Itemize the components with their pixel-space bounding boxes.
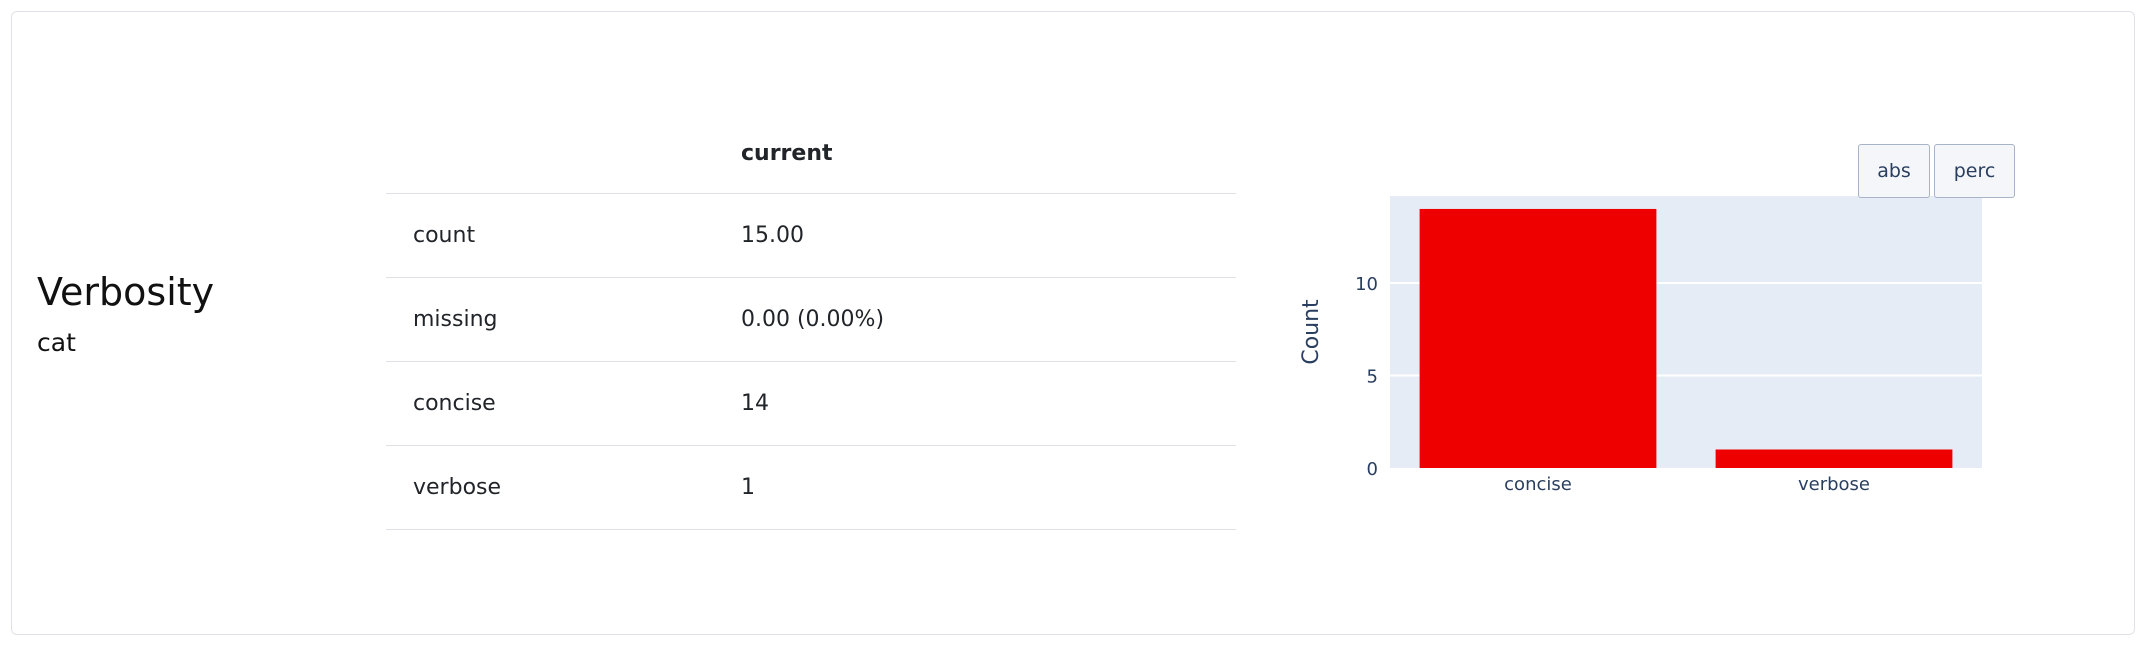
- feature-name: Verbosity: [37, 270, 215, 314]
- stats-header-row: current: [386, 114, 1236, 194]
- stat-value: 1: [741, 445, 1236, 530]
- stat-value: 0.00 (0.00%): [741, 277, 1236, 362]
- table-row: count 15.00: [386, 193, 1236, 278]
- x-tick-label: concise: [1504, 474, 1572, 495]
- y-tick-label: 0: [1367, 459, 1378, 480]
- bar-concise: [1419, 208, 1657, 468]
- y-tick-label: 5: [1367, 366, 1378, 387]
- bar-verbose: [1715, 449, 1953, 468]
- stat-value: 15.00: [741, 193, 1236, 278]
- y-tick-label: 10: [1355, 274, 1378, 295]
- stat-label: count: [386, 193, 741, 278]
- perc-button[interactable]: perc: [1934, 144, 2015, 198]
- x-tick-label: verbose: [1798, 474, 1870, 495]
- stat-label: missing: [386, 277, 741, 362]
- stat-label: verbose: [386, 445, 741, 530]
- stats-header-empty: [386, 114, 741, 194]
- table-row: missing 0.00 (0.00%): [386, 277, 1236, 362]
- stat-value: 14: [741, 361, 1236, 446]
- table-row: verbose 1: [386, 445, 1236, 530]
- bar-chart: 0 5 10 concise verbose Count abs perc: [1280, 130, 2040, 510]
- abs-button[interactable]: abs: [1858, 144, 1930, 198]
- stats-table: current count 15.00 missing 0.00 (0.00%)…: [386, 114, 1236, 530]
- stat-label: concise: [386, 361, 741, 446]
- stats-header-current: current: [741, 114, 1236, 194]
- y-axis-label: Count: [1299, 299, 1324, 365]
- feature-type: cat: [37, 328, 76, 357]
- table-row: concise 14: [386, 361, 1236, 446]
